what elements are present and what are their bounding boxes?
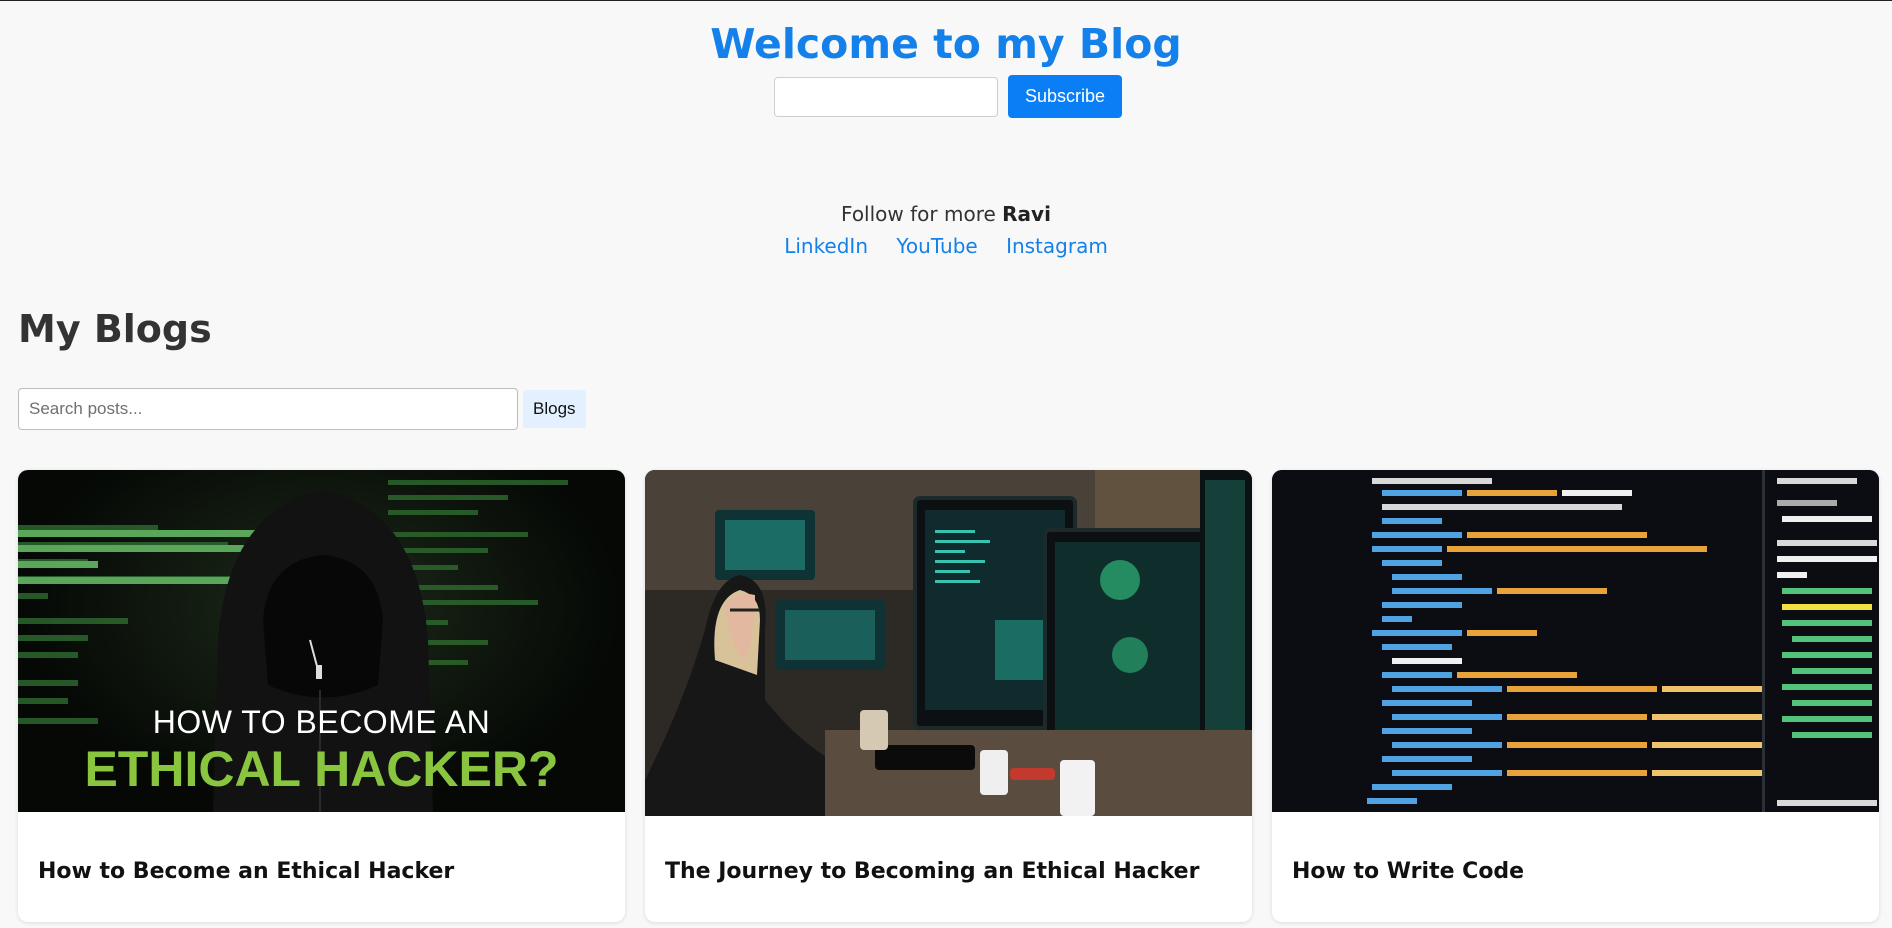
header: Welcome to my Blog: [0, 20, 1892, 68]
post-image: [645, 470, 1252, 816]
code-editor-photo: [1272, 470, 1879, 812]
search-input[interactable]: [18, 388, 518, 430]
linkedin-link[interactable]: LinkedIn: [784, 234, 868, 258]
post-card[interactable]: HOW TO BECOME AN ETHICAL HACKER? How to …: [18, 470, 625, 922]
site-title: Welcome to my Blog: [710, 20, 1182, 68]
instagram-link[interactable]: Instagram: [1006, 234, 1108, 258]
section-title: My Blogs: [18, 307, 212, 351]
follow-label: Follow for more: [841, 202, 1003, 226]
search-bar: Blogs: [18, 388, 586, 430]
post-title[interactable]: How to Become an Ethical Hacker: [38, 859, 454, 884]
post-title[interactable]: How to Write Code: [1292, 859, 1524, 884]
subscribe-button[interactable]: Subscribe: [1008, 75, 1122, 118]
top-border: [0, 0, 1892, 1]
image-caption-bottom: ETHICAL HACKER?: [84, 741, 559, 797]
post-image: [1272, 470, 1879, 812]
author-name: Ravi: [1002, 202, 1051, 226]
post-title[interactable]: The Journey to Becoming an Ethical Hacke…: [665, 859, 1199, 884]
hacker-desk-photo: [645, 470, 1252, 816]
post-card[interactable]: How to Write Code: [1272, 470, 1879, 922]
post-card[interactable]: The Journey to Becoming an Ethical Hacke…: [645, 470, 1252, 922]
subscribe-form: Subscribe: [774, 75, 1122, 118]
email-input[interactable]: [774, 76, 998, 117]
post-image: HOW TO BECOME AN ETHICAL HACKER?: [18, 470, 625, 812]
image-caption-top: HOW TO BECOME AN: [152, 704, 491, 740]
post-list: HOW TO BECOME AN ETHICAL HACKER? How to …: [18, 470, 1879, 922]
blogs-filter-button[interactable]: Blogs: [523, 390, 586, 428]
follow-text: Follow for more Ravi: [0, 202, 1892, 226]
social-links: LinkedIn YouTube Instagram: [0, 234, 1892, 258]
youtube-link[interactable]: YouTube: [896, 234, 977, 258]
